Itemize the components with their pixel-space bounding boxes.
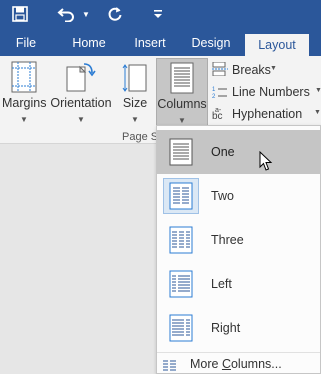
tab-insert[interactable]: Insert [124, 32, 176, 56]
chevron-down-icon: ▼ [314, 109, 321, 116]
chevron-down-icon: ▼ [178, 116, 186, 125]
columns-dropdown-menu: One Two Three Left Right More Columns... [156, 125, 321, 374]
column-option-label: One [211, 145, 235, 159]
column-option-two[interactable]: Two [157, 174, 320, 218]
margins-label: Margins [2, 96, 47, 110]
undo-icon[interactable] [52, 0, 80, 28]
margins-button[interactable]: Margins ▼ [2, 58, 46, 128]
column-option-label: Left [211, 277, 232, 291]
tab-home[interactable]: Home [64, 32, 114, 56]
two-columns-icon [163, 178, 199, 214]
orientation-button[interactable]: Orientation ▼ [48, 58, 114, 128]
column-option-right[interactable]: Right [157, 306, 320, 350]
more-columns-label: More Columns... [190, 357, 282, 371]
columns-label: Columns [157, 97, 207, 111]
orientation-label: Orientation [50, 96, 112, 110]
one-column-icon [163, 134, 199, 170]
column-option-left[interactable]: Left [157, 262, 320, 306]
more-columns-suffix: olumns... [230, 357, 282, 371]
more-columns-accesskey: C [221, 357, 231, 371]
breaks-label: Breaks [232, 63, 271, 77]
column-option-label: Two [211, 189, 234, 203]
breaks-button[interactable]: Breaks ▼ [210, 59, 321, 81]
more-columns-item[interactable]: More Columns... [157, 352, 320, 374]
undo-dropdown-icon[interactable]: ▼ [80, 0, 92, 28]
tab-layout[interactable]: Layout [245, 34, 309, 56]
line-numbers-button[interactable]: 12 Line Numbers ▼ [210, 81, 321, 103]
three-columns-icon [163, 222, 199, 258]
size-button[interactable]: Size ▼ [118, 58, 152, 128]
orientation-icon [64, 61, 98, 98]
size-icon [122, 61, 148, 98]
line-numbers-icon: 12 [212, 84, 228, 103]
more-columns-icon [163, 358, 177, 374]
chevron-down-icon: ▼ [270, 65, 277, 72]
chevron-down-icon: ▼ [131, 115, 139, 124]
tab-design[interactable]: Design [184, 32, 238, 56]
left-column-icon [163, 266, 199, 302]
columns-icon [170, 62, 194, 99]
hyphenation-button[interactable]: bc a- Hyphenation ▼ [210, 103, 321, 125]
column-option-label: Three [211, 233, 244, 247]
svg-text:1: 1 [212, 87, 216, 93]
chevron-down-icon: ▼ [77, 115, 85, 124]
right-column-icon [163, 310, 199, 346]
size-label: Size [122, 96, 148, 110]
line-numbers-label: Line Numbers [232, 85, 310, 99]
hyphenation-icon: bc a- [212, 106, 230, 125]
column-option-label: Right [211, 321, 241, 335]
mouse-pointer-icon [259, 150, 273, 177]
more-columns-prefix: More [190, 357, 222, 371]
chevron-down-icon: ▼ [315, 87, 321, 94]
margins-icon [10, 61, 38, 98]
save-icon[interactable] [6, 0, 34, 28]
columns-button[interactable]: Columns ▼ [156, 58, 208, 128]
chevron-down-icon: ▼ [20, 115, 28, 124]
svg-text:a-: a- [215, 107, 222, 114]
quick-access-toolbar: ▼ [0, 0, 321, 32]
column-option-one[interactable]: One [157, 130, 320, 174]
redo-icon[interactable] [103, 0, 127, 28]
tab-file[interactable]: File [6, 32, 46, 56]
customize-icon[interactable] [151, 0, 165, 28]
page-setup-group-label: Page S [122, 131, 159, 143]
svg-text:2: 2 [212, 94, 216, 100]
hyphenation-label: Hyphenation [232, 107, 303, 121]
breaks-icon [212, 61, 228, 79]
ribbon-tabs: File Home Insert Design Layout [0, 32, 321, 56]
column-option-three[interactable]: Three [157, 218, 320, 262]
